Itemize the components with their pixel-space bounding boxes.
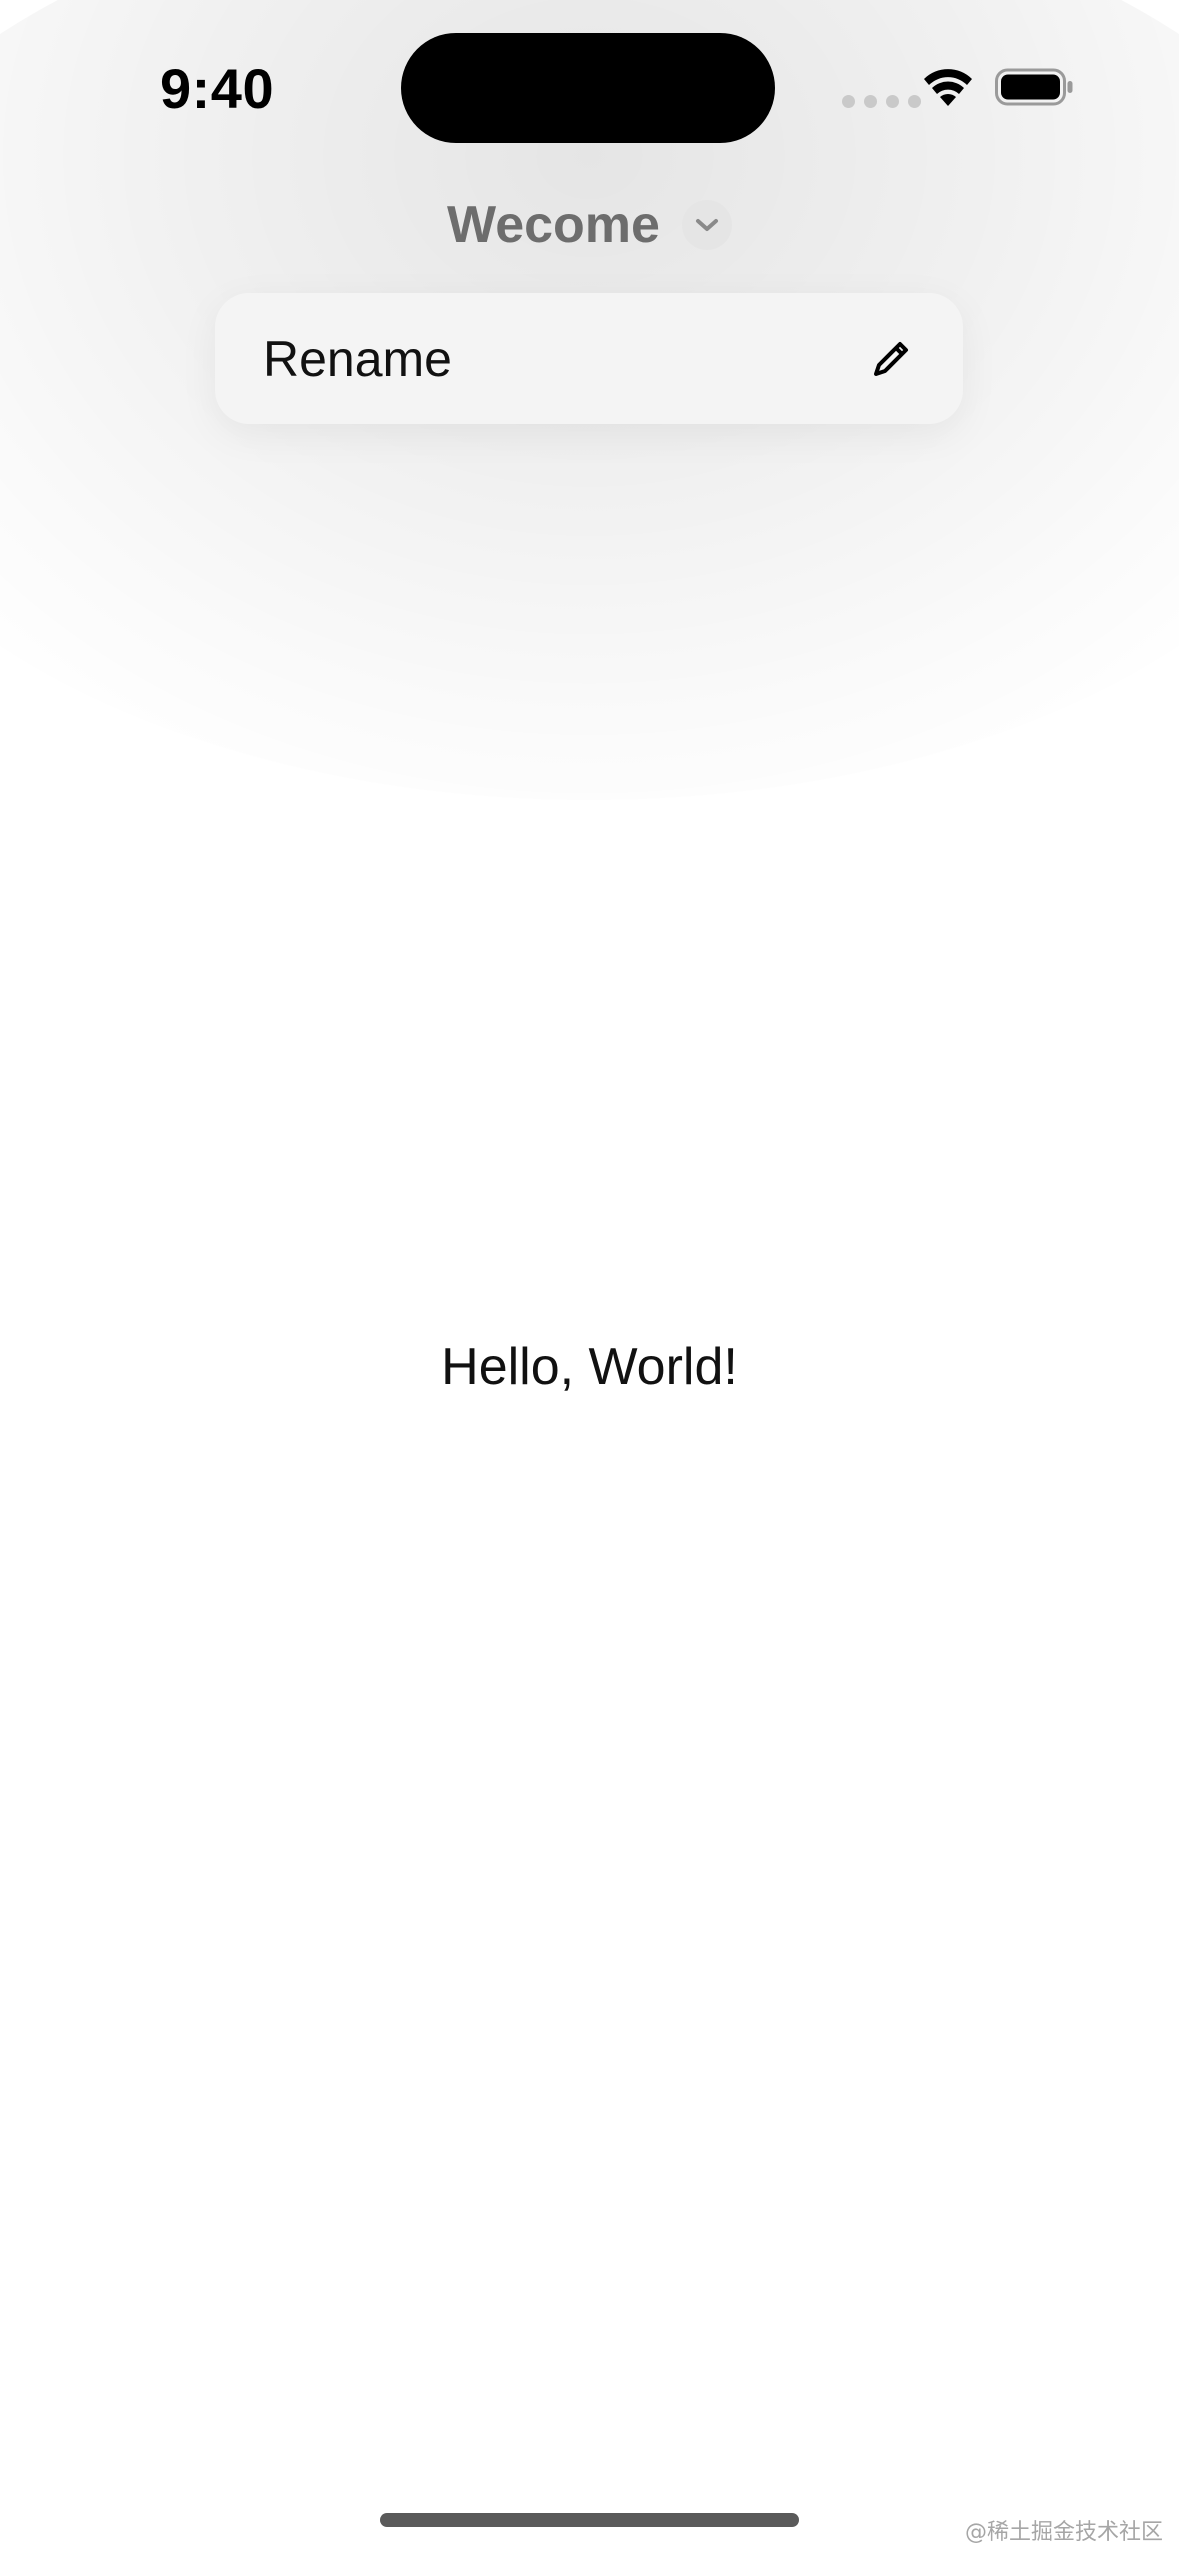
nav-title-menu-button[interactable]: Wecome — [0, 190, 1179, 260]
wifi-icon — [924, 69, 972, 106]
home-indicator[interactable] — [380, 2513, 799, 2527]
status-bar: 9:40 — [0, 0, 1179, 170]
dynamic-island — [401, 33, 775, 143]
pencil-icon — [874, 341, 908, 376]
nav-title: Wecome — [447, 196, 660, 254]
menu-item-rename[interactable]: Rename — [215, 293, 963, 424]
hello-world-text: Hello, World! — [441, 1338, 738, 1396]
battery-icon — [995, 68, 1073, 106]
cellular-signal-icon — [842, 95, 921, 108]
watermark: @稀土掘金技术社区 — [964, 2520, 1163, 2545]
app-screen: 9:40 Wecome Rename Hello, World! @稀土掘金技术… — [0, 0, 1179, 2556]
status-time: 9:40 — [160, 57, 275, 120]
menu-item-label: Rename — [263, 330, 452, 387]
chevron-down-icon — [681, 200, 732, 250]
title-context-menu: Rename — [215, 293, 963, 424]
